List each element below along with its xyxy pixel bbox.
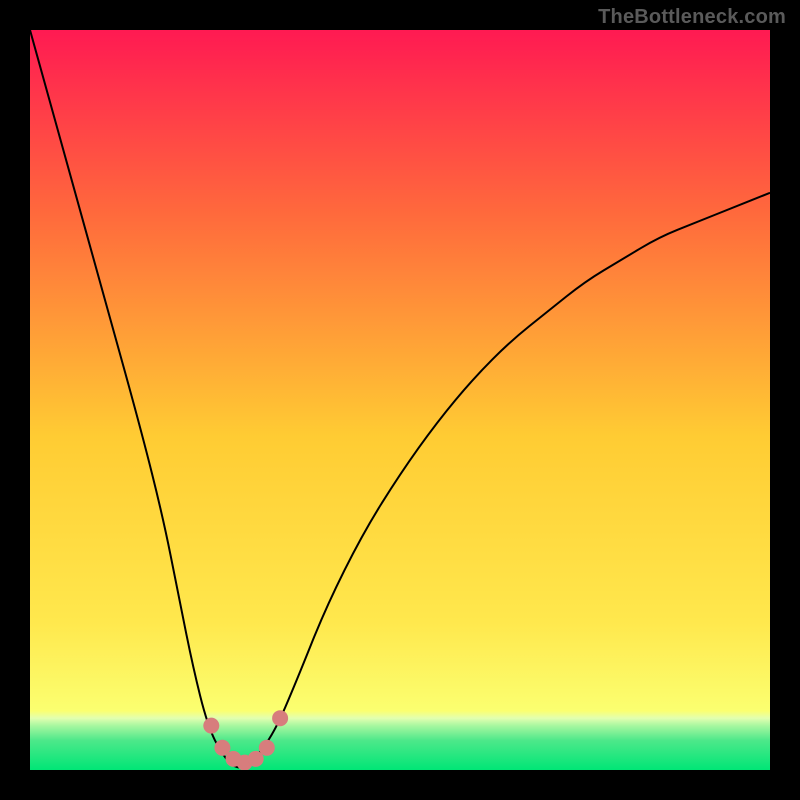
chart-frame: TheBottleneck.com bbox=[0, 0, 800, 800]
dot-6 bbox=[259, 740, 275, 756]
chart-svg bbox=[30, 30, 770, 770]
plot-area bbox=[30, 30, 770, 770]
gradient-background bbox=[30, 30, 770, 770]
watermark-text: TheBottleneck.com bbox=[598, 6, 786, 29]
dot-7 bbox=[272, 710, 288, 726]
dot-1 bbox=[203, 718, 219, 734]
